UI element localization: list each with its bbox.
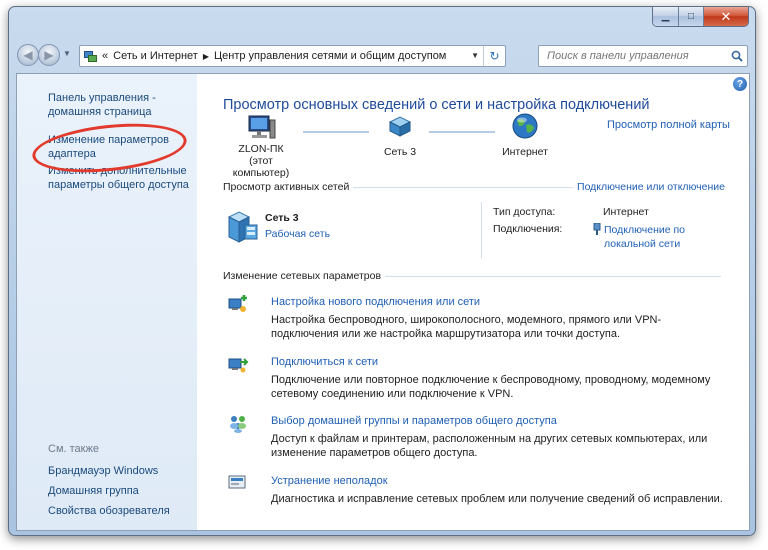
- close-button[interactable]: ✕: [704, 7, 748, 26]
- change-settings-heading: Изменение сетевых параметров: [223, 270, 382, 282]
- forward-button[interactable]: ▶: [38, 44, 60, 66]
- map-internet-node[interactable]: Интернет: [497, 112, 553, 158]
- active-network-panel: Сеть 3 Рабочая сеть Тип доступа: Интерне…: [223, 202, 729, 262]
- sidebar: Панель управления - домашняя страница Из…: [17, 74, 197, 530]
- map-link-line: [303, 131, 369, 133]
- sidebar-link-home[interactable]: Панель управления - домашняя страница: [48, 91, 196, 119]
- page-title: Просмотр основных сведений о сети и наст…: [223, 97, 650, 113]
- recent-pages-dropdown[interactable]: ▼: [63, 49, 71, 58]
- address-overflow[interactable]: «: [102, 50, 108, 62]
- task-title-new-connection[interactable]: Настройка нового подключения или сети: [271, 296, 480, 308]
- search-box[interactable]: [538, 45, 748, 67]
- computer-subtitle: (этот компьютер): [232, 155, 290, 179]
- sidebar-link-homegroup[interactable]: Домашняя группа: [48, 484, 196, 498]
- homegroup-icon: [230, 416, 246, 433]
- section-divider: [353, 186, 574, 188]
- active-networks-header: Просмотр активных сетей Подключение или …: [223, 180, 725, 194]
- network-name: Сеть 3: [383, 146, 417, 158]
- globe-icon: [512, 113, 538, 139]
- address-dropdown-icon[interactable]: ▼: [471, 51, 479, 60]
- connect-network-icon: [228, 358, 249, 373]
- breadcrumb-separator-icon[interactable]: ▶: [203, 52, 209, 61]
- window-controls: ▁ □ ✕: [652, 7, 749, 27]
- task-desc-troubleshoot: Диагностика и исправление сетевых пробле…: [271, 493, 723, 505]
- active-network-divider: [481, 202, 482, 258]
- refresh-button[interactable]: ↻: [483, 46, 505, 66]
- new-connection-icon: [228, 295, 247, 312]
- address-bar[interactable]: « Сеть и Интернет ▶ Центр управления сет…: [79, 45, 506, 67]
- breadcrumb-network-center[interactable]: Центр управления сетями и общим доступом: [214, 50, 446, 62]
- access-type-label: Тип доступа:: [493, 206, 556, 218]
- troubleshoot-icon: [228, 475, 246, 489]
- task-title-troubleshoot[interactable]: Устранение неполадок: [271, 475, 388, 487]
- change-settings-header: Изменение сетевых параметров: [223, 269, 725, 283]
- back-button[interactable]: ◀: [17, 44, 39, 66]
- map-computer-node[interactable]: ZLON-ПК (этот компьютер): [225, 114, 297, 179]
- task-title-homegroup[interactable]: Выбор домашней группы и параметров общег…: [271, 415, 557, 427]
- connect-disconnect-link[interactable]: Подключение или отключение: [577, 181, 725, 193]
- network-bench-icon: [388, 116, 412, 137]
- maximize-button[interactable]: □: [679, 7, 704, 26]
- task-title-connect-network[interactable]: Подключиться к сети: [271, 356, 378, 368]
- map-network-node[interactable]: Сеть 3: [377, 114, 423, 158]
- access-type-value: Интернет: [603, 206, 649, 218]
- search-icon[interactable]: [731, 50, 743, 62]
- sidebar-link-browser-properties[interactable]: Свойства обозревателя: [48, 504, 196, 518]
- local-connection-link[interactable]: Подключение по локальной сети: [604, 223, 700, 251]
- refresh-icon: ↻: [489, 49, 500, 63]
- navigation-bar: ◀ ▶ ▼ « Сеть и Интернет ▶ Центр управлен…: [9, 43, 755, 69]
- control-panel-icon: [84, 50, 98, 63]
- control-panel-window: ▁ □ ✕ ◀ ▶ ▼ « Сеть и Интернет ▶ Центр уп…: [8, 6, 756, 536]
- active-networks-heading: Просмотр активных сетей: [223, 181, 350, 193]
- task-desc-new-connection: Настройка беспроводного, широкополосного…: [271, 314, 662, 340]
- task-desc-homegroup: Доступ к файлам и принтерам, расположенн…: [271, 433, 708, 459]
- sidebar-link-firewall[interactable]: Брандмауэр Windows: [48, 464, 196, 478]
- search-input[interactable]: [545, 49, 720, 63]
- main-panel: ? Просмотр основных сведений о сети и на…: [197, 74, 749, 530]
- network-type-link[interactable]: Рабочая сеть: [265, 228, 330, 240]
- back-arrow-icon: ◀: [23, 48, 33, 62]
- ethernet-plug-icon: [593, 223, 601, 235]
- map-link-line-2: [429, 131, 495, 133]
- section-divider-2: [385, 275, 721, 277]
- forward-arrow-icon: ▶: [44, 48, 54, 62]
- computer-name: ZLON-ПК: [238, 143, 284, 155]
- work-network-icon[interactable]: [225, 209, 261, 245]
- connections-label: Подключения:: [493, 223, 563, 235]
- task-desc-connect-network: Подключение или повторное подключение к …: [271, 374, 711, 400]
- minimize-button[interactable]: ▁: [653, 7, 679, 26]
- help-icon[interactable]: ?: [733, 77, 747, 91]
- active-network-name: Сеть 3: [265, 212, 299, 224]
- content-area: Панель управления - домашняя страница Из…: [16, 73, 750, 531]
- see-also-heading: См. также: [48, 443, 99, 455]
- full-map-link[interactable]: Просмотр полной карты: [607, 119, 730, 131]
- computer-icon: [248, 115, 276, 139]
- breadcrumb-network-internet[interactable]: Сеть и Интернет: [113, 50, 198, 62]
- internet-label: Интернет: [502, 146, 548, 158]
